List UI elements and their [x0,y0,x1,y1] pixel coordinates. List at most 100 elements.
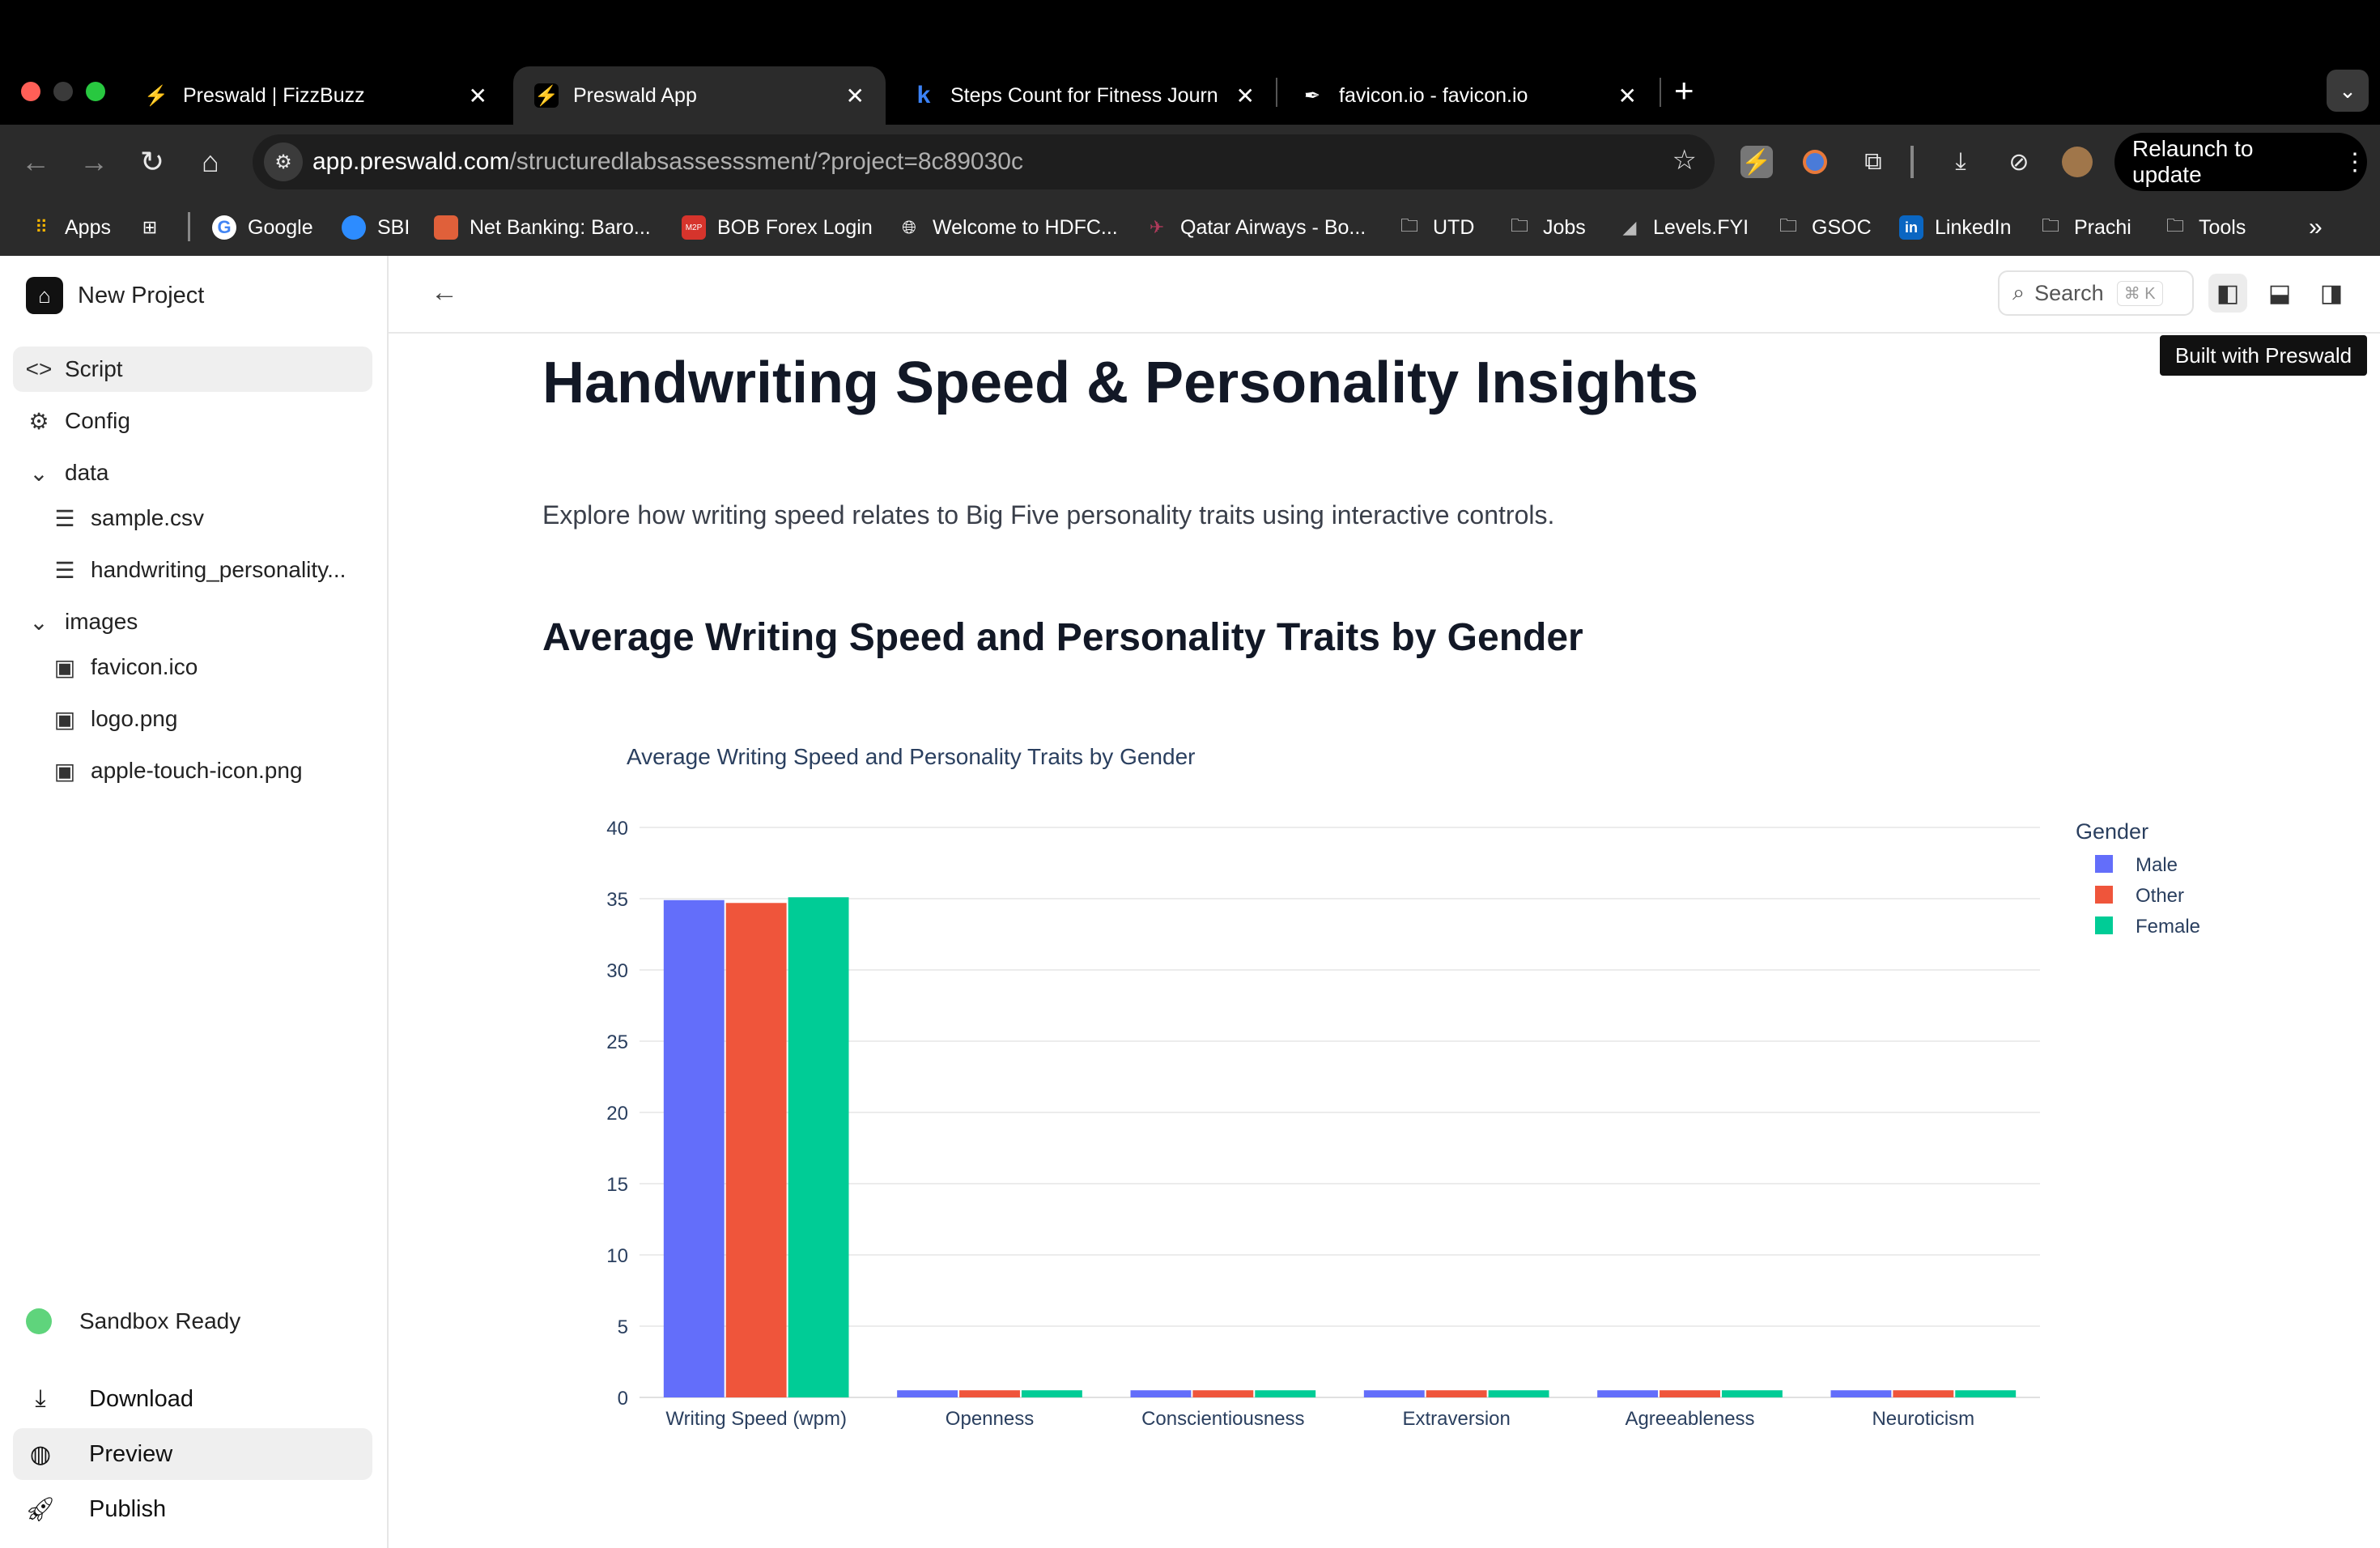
project-header[interactable]: ⌂ New Project [26,277,204,314]
bar-male[interactable] [1130,1390,1192,1397]
y-tick-label: 35 [606,889,628,911]
bookmark-apps[interactable]: ⠿ Apps [29,212,111,243]
sidebar-file-apple-touch-icon[interactable]: ▣ apple-touch-icon.png [13,748,372,793]
sidebar-folder-images[interactable]: ⌄ images [13,599,372,644]
tab-search-button[interactable]: ⌄ [2327,70,2369,112]
bar-male[interactable] [663,899,725,1397]
legend-label[interactable]: Female [2136,916,2200,938]
url-text[interactable]: app.preswald.com/structuredlabsassesssme… [312,148,1023,176]
close-icon[interactable]: ✕ [846,83,865,109]
bar-other[interactable] [725,903,787,1397]
close-icon[interactable]: ✕ [1618,83,1637,109]
bookmark-qatar-airways[interactable]: ✈ Qatar Airways - Bo... [1145,212,1366,243]
bar-other[interactable] [1426,1390,1487,1397]
address-bar[interactable]: ⚙ app.preswald.com/structuredlabsassesss… [253,134,1715,189]
sidebar-item-config[interactable]: ⚙ Config [13,398,372,444]
chevron-down-icon: ⌄ [29,460,49,486]
legend-swatch[interactable] [2095,916,2113,934]
bookmark-folder-tools[interactable]: 🗀︎ Tools [2163,212,2246,243]
airline-icon: ✈ [1149,217,1165,237]
close-icon[interactable]: ✕ [1236,83,1255,109]
bookmark-label: SBI [377,215,410,239]
sidebar-item-script[interactable]: <> Script [13,347,372,392]
bar-male[interactable] [897,1390,958,1397]
search-button[interactable]: ⌕ Search ⌘ K [1998,270,2194,316]
minimize-window-button[interactable] [53,82,73,101]
reload-icon[interactable]: ↻ [133,142,172,181]
bookmark-bob-forex[interactable]: M2P BOB Forex Login [682,212,873,243]
browser-tab-preswald-app[interactable]: ⚡ Preswald App ✕ [513,66,886,125]
bar-male[interactable] [1597,1390,1659,1397]
bookmark-google[interactable]: G Google [212,212,313,243]
bookmark-folder-utd[interactable]: 🗀︎ UTD [1397,212,1474,243]
sidebar-file-handwriting-personality[interactable]: ☰ handwriting_personality... [13,547,372,593]
toggle-bottom-panel-icon[interactable]: ⬓ [2260,274,2299,313]
browser-tab-favicon[interactable]: ✒ favicon.io - favicon.io ✕ [1279,66,1658,125]
back-arrow-icon[interactable]: ← [431,277,458,308]
sidebar-file-sample-csv[interactable]: ☰ sample.csv [13,495,372,541]
legend-label[interactable]: Other [2136,885,2184,907]
bookmark-grid[interactable]: ⊞ [138,212,173,243]
browser-tab-fizzbuzz[interactable]: ⚡ Preswald | FizzBuzz ✕ [123,66,508,125]
code-icon: <> [25,356,53,381]
bar-other[interactable] [1660,1390,1720,1397]
bar-other[interactable] [959,1390,1020,1397]
publish-button[interactable]: 🚀︎ Publish [13,1483,372,1535]
bar-female[interactable] [1488,1390,1549,1397]
bookmark-label: Jobs [1543,215,1586,239]
home-icon[interactable]: ⌂ [191,142,230,181]
close-icon[interactable]: ✕ [469,83,487,109]
toggle-left-panel-icon[interactable]: ◧ [2208,274,2247,313]
sidebar-file-favicon[interactable]: ▣ favicon.ico [13,644,372,690]
new-tab-button[interactable]: + [1674,71,1694,110]
bookmark-sbi[interactable]: SBI [342,212,410,243]
bookmark-levels-fyi[interactable]: ◢ Levels.FYI [1617,212,1749,243]
bar-male[interactable] [1830,1390,1892,1397]
tab-title: Steps Count for Fitness Journ [950,83,1218,107]
performance-icon[interactable]: ⊘ [2003,146,2035,178]
bar-other[interactable] [1893,1390,1954,1397]
grouped-bar-chart[interactable]: Average Writing Speed and Personality Tr… [567,738,2267,1467]
more-bookmarks-chevron-icon[interactable]: » [2309,212,2323,243]
browser-toolbar: ← → ↻ ⌂ ⚙ app.preswald.com/structuredlab… [0,125,2380,199]
legend-swatch[interactable] [2095,855,2113,873]
bar-female[interactable] [1255,1390,1316,1397]
sidebar-folder-data[interactable]: ⌄ data [13,450,372,495]
bookmark-hdfc[interactable]: 🌐︎ Welcome to HDFC... [897,212,1118,243]
maximize-window-button[interactable] [86,82,105,101]
bookmark-folder-jobs[interactable]: 🗀︎ Jobs [1507,212,1586,243]
bar-female[interactable] [1021,1390,1082,1397]
forward-arrow-icon[interactable]: → [74,142,113,181]
bookmark-folder-gsoc[interactable]: 🗀︎ GSOC [1776,212,1872,243]
back-arrow-icon[interactable]: ← [16,142,55,181]
preview-button[interactable]: ◍ Preview [13,1428,372,1480]
bookmark-linkedin[interactable]: in LinkedIn [1899,212,2012,243]
section-title: Average Writing Speed and Personality Tr… [542,616,1583,659]
extension-icon[interactable]: ⚡ [1740,146,1773,178]
legend-swatch[interactable] [2095,886,2113,904]
bar-other[interactable] [1192,1390,1254,1397]
bar-male[interactable] [1363,1390,1425,1397]
bookmark-folder-prachi[interactable]: 🗀︎ Prachi [2038,212,2131,243]
site-settings-icon[interactable]: ⚙ [264,142,303,181]
bookmark-star-icon[interactable]: ☆ [1672,144,1697,176]
toggle-right-panel-icon[interactable]: ◨ [2312,274,2351,313]
download-icon[interactable]: ⤓ [1944,146,1977,178]
bar-female[interactable] [1955,1390,2017,1397]
bar-female[interactable] [788,897,849,1397]
extensions-puzzle-icon[interactable]: ⧉ [1857,146,1889,178]
built-with-preswald-badge[interactable]: Built with Preswald [2160,335,2367,376]
sidebar-file-logo[interactable]: ▣ logo.png [13,696,372,742]
bar-female[interactable] [1721,1390,1783,1397]
profile-avatar[interactable] [2061,146,2093,178]
preswald-app: ⌂ New Project <> Script ⚙ Config ⌄ data … [0,256,2380,1548]
m2p-icon: M2P [682,215,706,240]
close-window-button[interactable] [21,82,40,101]
relaunch-button[interactable]: Relaunch to update ⋮ [2114,133,2367,191]
extension-color-icon[interactable] [1799,146,1831,178]
bookmark-net-banking[interactable]: Net Banking: Baro... [434,212,651,243]
browser-tab-strip: ⚡ Preswald | FizzBuzz ✕ ⚡ Preswald App ✕… [0,0,2380,125]
legend-label[interactable]: Male [2136,854,2178,876]
browser-tab-steps-count[interactable]: k Steps Count for Fitness Journ ✕ [890,66,1276,125]
download-button[interactable]: ⤓ Download [13,1373,372,1425]
